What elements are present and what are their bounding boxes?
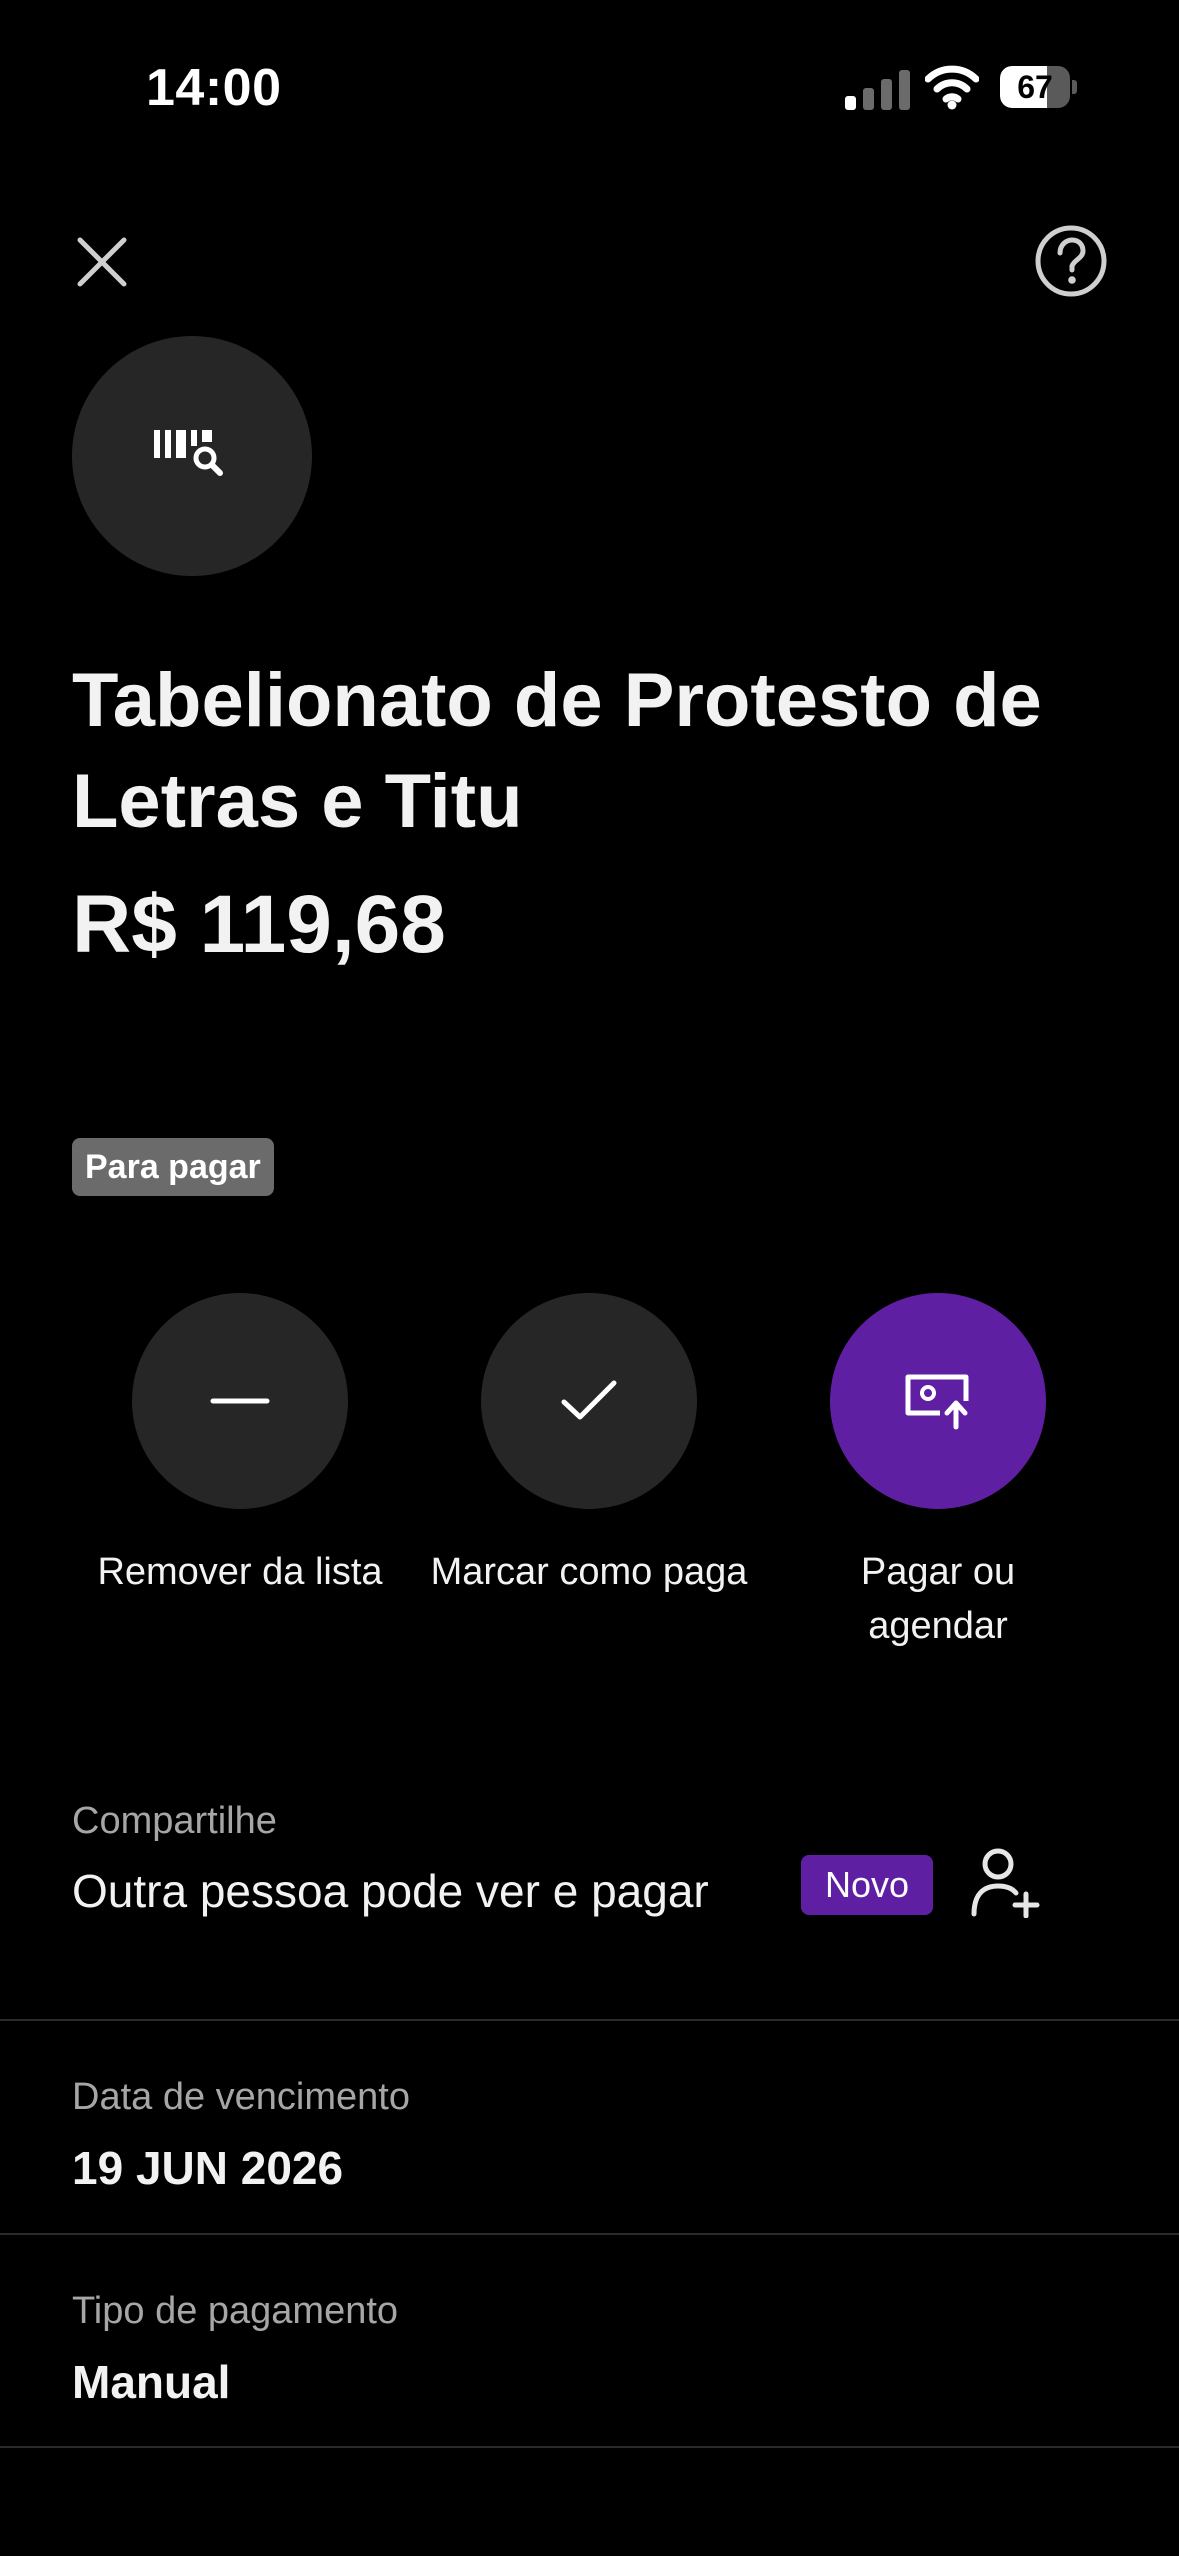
payment-type-label: Tipo de pagamento [72,2290,399,2332]
pay-or-schedule-label: Pagar ou agendar [860,1551,1016,1647]
wifi-icon [924,64,980,110]
pay-or-schedule-action[interactable]: Pagar ou agendar [768,1293,1108,1653]
status-time: 14:00 [146,59,282,117]
help-icon [1035,225,1107,297]
bill-amount: R$ 119,68 [72,879,446,970]
share-description: Outra pessoa pode ver e pagar [72,1865,709,1917]
bill-title: Tabelionato de Protesto de Letras e Titu [72,658,1042,844]
help-button[interactable] [1032,222,1110,300]
divider [0,2446,1179,2448]
add-person-icon [971,1848,1040,1919]
due-date-label: Data de vencimento [72,2076,410,2118]
status-badge: Para pagar [72,1138,274,1196]
close-button[interactable] [66,226,138,298]
mark-as-paid-label: Marcar como paga [430,1551,748,1593]
remove-from-list-button[interactable] [132,1293,348,1509]
remove-from-list-action[interactable]: Remover da lista [70,1293,410,1599]
divider [0,2233,1179,2235]
payment-type-value: Manual [72,2356,231,2408]
share-label: Compartilhe [72,1800,277,1842]
battery-icon: 67 [1000,66,1077,108]
pay-or-schedule-button[interactable] [830,1293,1046,1509]
due-date-value: 19 JUN 2026 [72,2142,344,2194]
bill-avatar [72,336,312,576]
check-icon [561,1380,617,1420]
divider [0,2019,1179,2021]
pay-schedule-icon [905,1374,969,1430]
add-person-button[interactable] [970,1846,1040,1919]
minus-icon [210,1398,270,1404]
new-badge: Novo [801,1855,934,1915]
battery-percentage: 67 [1017,69,1053,105]
close-icon [77,237,127,287]
cellular-signal-icon [845,68,911,110]
mark-as-paid-action[interactable]: Marcar como paga [419,1293,759,1599]
barcode-search-icon [154,430,223,476]
remove-from-list-label: Remover da lista [97,1551,383,1593]
mark-as-paid-button[interactable] [481,1293,697,1509]
